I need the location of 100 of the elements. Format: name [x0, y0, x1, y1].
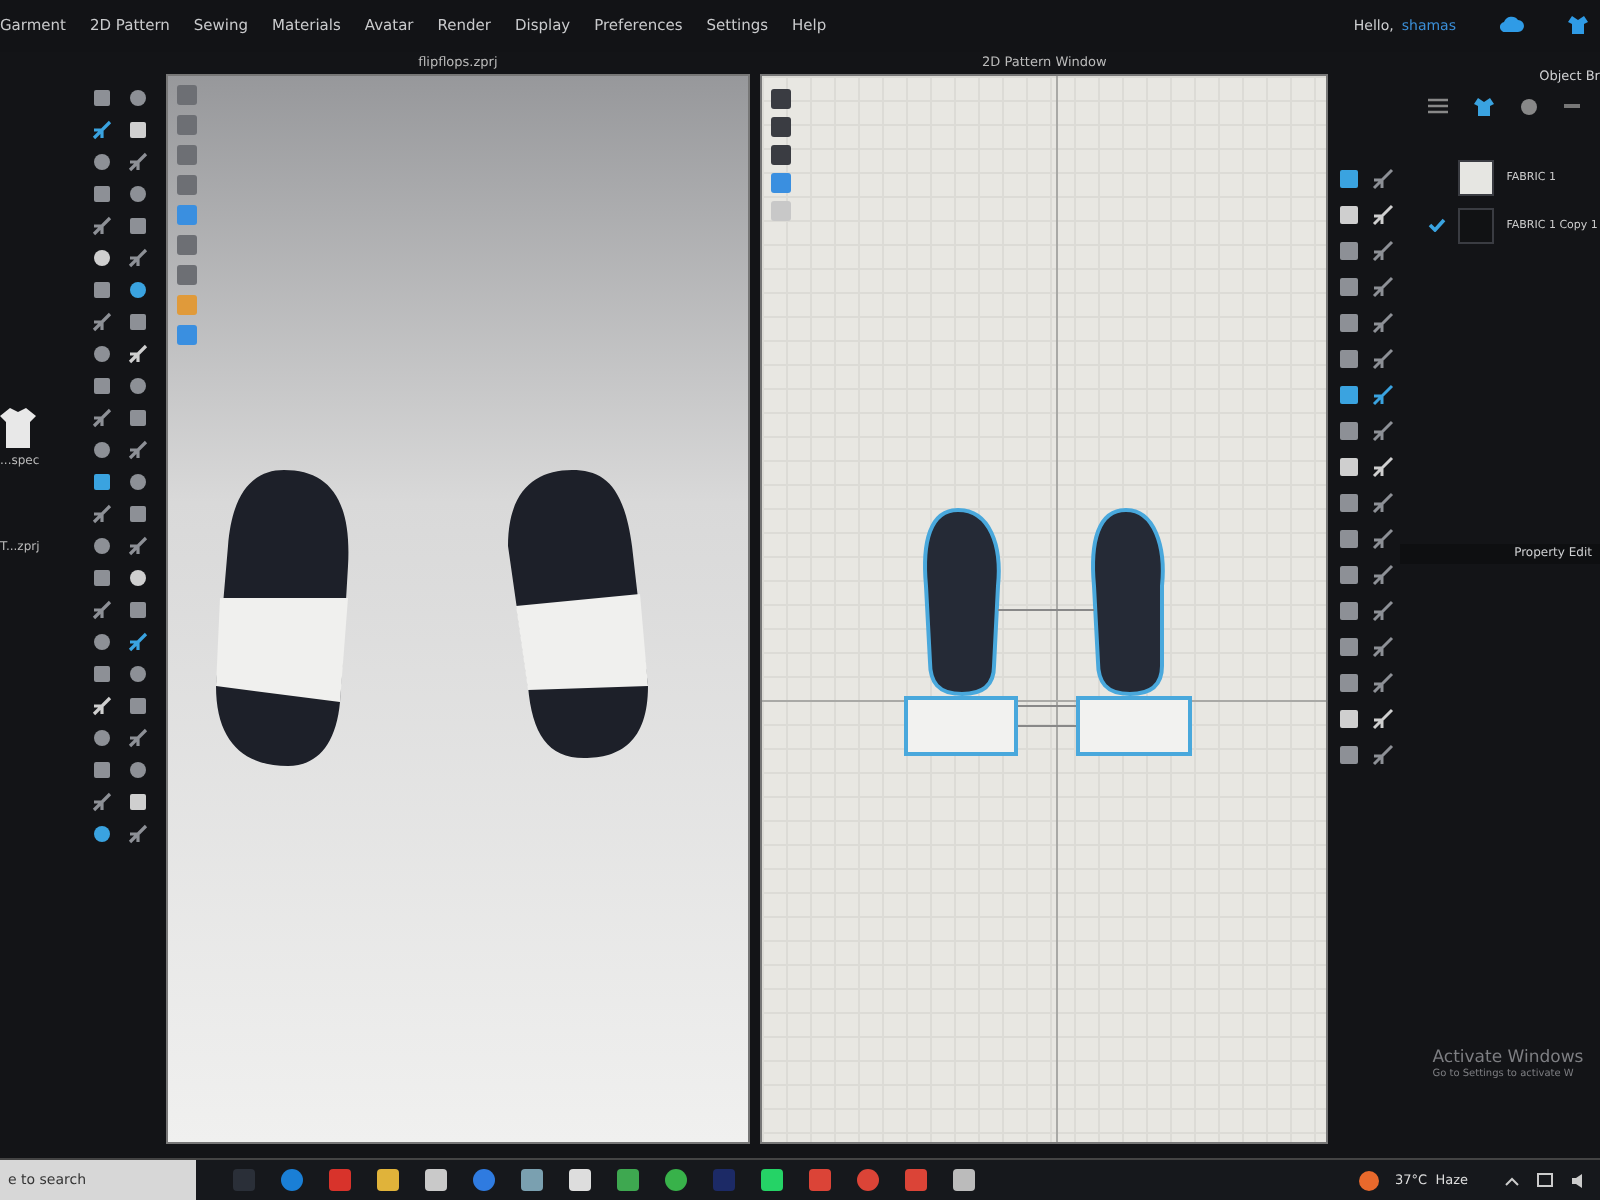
tool-icon[interactable]: [91, 119, 112, 140]
tool-icon[interactable]: [127, 727, 148, 748]
shirt-icon[interactable]: [1568, 16, 1588, 35]
tool-icon[interactable]: [91, 759, 112, 780]
tool-icon[interactable]: [1338, 419, 1361, 442]
tool-icon[interactable]: [1338, 671, 1361, 694]
tool-icon[interactable]: [127, 535, 148, 556]
tool-icon[interactable]: [91, 535, 112, 556]
tool-icon[interactable]: [1372, 419, 1395, 442]
tool-icon[interactable]: [1372, 743, 1395, 766]
tool-icon[interactable]: [1372, 275, 1395, 298]
tool-icon[interactable]: [127, 471, 148, 492]
shirt-icon[interactable]: [0, 407, 36, 448]
tool-icon[interactable]: [127, 695, 148, 716]
pattern-canvas[interactable]: [760, 73, 1329, 1144]
tool-icon[interactable]: [1338, 347, 1361, 370]
tool-icon[interactable]: [127, 279, 148, 300]
tool-icon[interactable]: [91, 727, 112, 748]
app-icon[interactable]: [520, 1168, 544, 1192]
tool-icon[interactable]: [1338, 743, 1361, 766]
tool-icon[interactable]: [1372, 671, 1395, 694]
tool-icon[interactable]: [1338, 491, 1361, 514]
tool-icon[interactable]: [91, 247, 112, 268]
speaker-icon[interactable]: [1570, 1171, 1588, 1189]
tool-icon[interactable]: [127, 823, 148, 844]
tool-icon[interactable]: [1338, 455, 1361, 478]
tool-icon[interactable]: [1372, 527, 1395, 550]
tool-icon[interactable]: [91, 791, 112, 812]
tool-icon[interactable]: [91, 471, 112, 492]
tool-icon[interactable]: [1372, 491, 1395, 514]
tool-icon[interactable]: [1338, 707, 1361, 730]
network-icon[interactable]: [1536, 1171, 1554, 1189]
tool-icon[interactable]: [127, 631, 148, 652]
tool-icon[interactable]: [1338, 167, 1361, 190]
tool-icon[interactable]: [1338, 383, 1361, 406]
tool-icon[interactable]: [91, 279, 112, 300]
tool-icon[interactable]: [127, 791, 148, 812]
app-icon[interactable]: [760, 1168, 784, 1192]
tool-icon[interactable]: [1338, 311, 1361, 334]
list-icon[interactable]: [1428, 98, 1449, 115]
tool-icon[interactable]: [1372, 167, 1395, 190]
tool-icon[interactable]: [1372, 383, 1395, 406]
cloud-icon[interactable]: [1500, 16, 1524, 35]
tool-icon[interactable]: [127, 439, 148, 460]
tool-icon[interactable]: [91, 631, 112, 652]
app-icon[interactable]: [664, 1168, 688, 1192]
app-icon[interactable]: [568, 1168, 592, 1192]
tool-icon[interactable]: [91, 375, 112, 396]
tool-icon[interactable]: [1372, 707, 1395, 730]
tool-icon[interactable]: [127, 759, 148, 780]
tool-icon[interactable]: [91, 183, 112, 204]
tool-icon[interactable]: [1338, 563, 1361, 586]
tool-icon[interactable]: [91, 407, 112, 428]
tool-icon[interactable]: [1338, 239, 1361, 262]
chevron-up-icon[interactable]: [1504, 1175, 1520, 1185]
tool-icon[interactable]: [1338, 275, 1361, 298]
tool-icon[interactable]: [1338, 203, 1361, 226]
tool-icon[interactable]: [127, 151, 148, 172]
app-icon[interactable]: [376, 1168, 400, 1192]
tool-icon[interactable]: [127, 567, 148, 588]
tool-icon[interactable]: [127, 599, 148, 620]
tool-icon[interactable]: [1372, 563, 1395, 586]
tool-icon[interactable]: [1372, 311, 1395, 334]
shirt-icon[interactable]: [1474, 97, 1495, 116]
tool-icon[interactable]: [127, 503, 148, 524]
tool-icon[interactable]: [770, 115, 793, 138]
tool-icon[interactable]: [91, 151, 112, 172]
app-icon[interactable]: [424, 1168, 448, 1192]
tool-icon[interactable]: [127, 375, 148, 396]
tool-icon[interactable]: [127, 247, 148, 268]
tool-icon[interactable]: [1372, 599, 1395, 622]
tool-icon[interactable]: [91, 439, 112, 460]
tool-icon[interactable]: [1338, 527, 1361, 550]
tool-icon[interactable]: [1372, 239, 1395, 262]
tool-icon[interactable]: [127, 215, 148, 236]
tool-icon[interactable]: [91, 599, 112, 620]
tool-icon[interactable]: [127, 119, 148, 140]
minus-icon[interactable]: [1564, 104, 1581, 109]
tool-icon[interactable]: [1372, 347, 1395, 370]
app-icon[interactable]: [952, 1168, 976, 1192]
tool-icon[interactable]: [770, 87, 793, 110]
tool-icon[interactable]: [1338, 635, 1361, 658]
tool-icon[interactable]: [91, 695, 112, 716]
tool-icon[interactable]: [1338, 599, 1361, 622]
tool-icon[interactable]: [127, 183, 148, 204]
tool-icon[interactable]: [1372, 635, 1395, 658]
tool-icon[interactable]: [127, 663, 148, 684]
tool-icon[interactable]: [91, 311, 112, 332]
tool-icon[interactable]: [91, 215, 112, 236]
tool-icon[interactable]: [91, 567, 112, 588]
tool-icon[interactable]: [770, 143, 793, 166]
tool-icon[interactable]: [127, 311, 148, 332]
tool-icon[interactable]: [91, 343, 112, 364]
tool-icon[interactable]: [127, 343, 148, 364]
tool-icon[interactable]: [91, 823, 112, 844]
tool-icon[interactable]: [1372, 455, 1395, 478]
tool-icon[interactable]: [127, 87, 148, 108]
tool-icon[interactable]: [91, 87, 112, 108]
app-icon[interactable]: [616, 1168, 640, 1192]
tool-icon[interactable]: [91, 663, 112, 684]
